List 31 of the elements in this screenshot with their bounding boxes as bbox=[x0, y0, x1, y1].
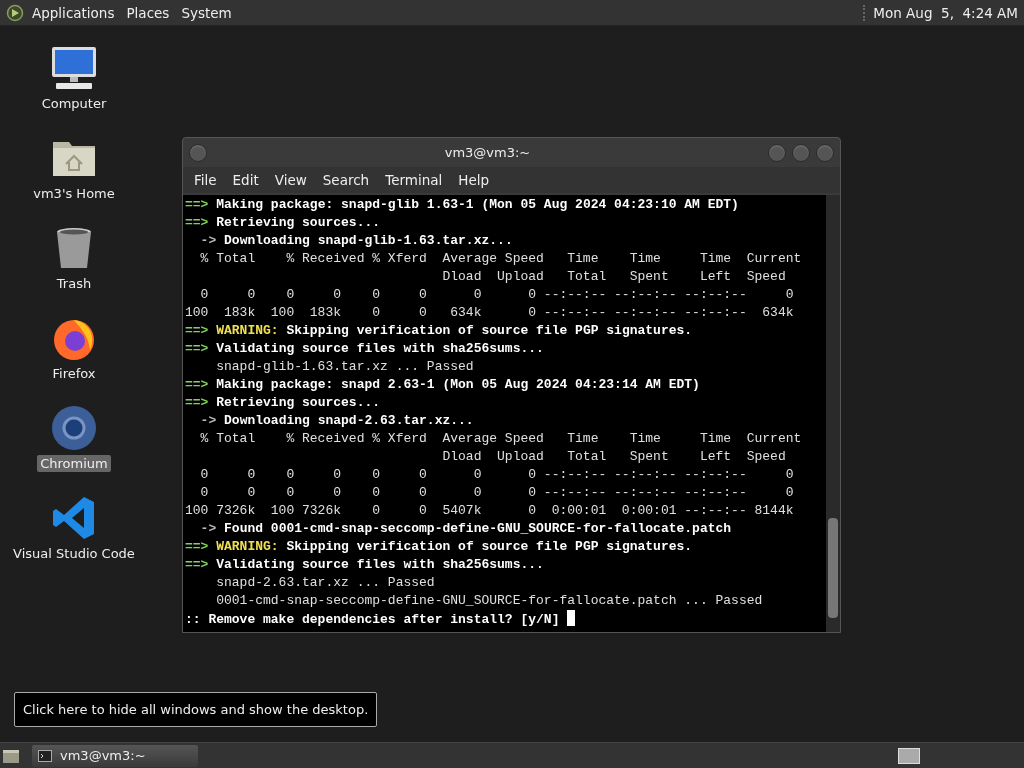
close-button[interactable] bbox=[816, 143, 834, 162]
panel-menu[interactable]: Places bbox=[126, 4, 178, 21]
terminal-icon bbox=[38, 749, 52, 762]
menu-item[interactable]: Help bbox=[451, 172, 497, 188]
desktop-icon-label[interactable]: Computer bbox=[38, 95, 110, 112]
menu-item[interactable]: Terminal bbox=[378, 172, 450, 188]
desktop-icon-label[interactable]: Visual Studio Code bbox=[10, 545, 138, 562]
menu-item[interactable]: Edit bbox=[225, 172, 266, 188]
menu-item[interactable]: Search bbox=[315, 172, 377, 188]
chromium-icon[interactable] bbox=[49, 404, 99, 452]
scrollbar[interactable] bbox=[826, 195, 840, 632]
menu-item[interactable]: File bbox=[187, 172, 224, 188]
desktop-icon-label[interactable]: Trash bbox=[53, 275, 95, 292]
desktop-icon-label[interactable]: vm3's Home bbox=[30, 185, 118, 202]
menu-item[interactable]: View bbox=[267, 172, 314, 188]
desktop-icon-label[interactable]: Firefox bbox=[49, 365, 99, 382]
scrollbar-thumb[interactable] bbox=[828, 518, 838, 618]
distro-logo-icon[interactable] bbox=[6, 3, 24, 22]
panel-menu[interactable]: System bbox=[181, 4, 240, 21]
window-menu-button[interactable] bbox=[189, 143, 207, 162]
maximize-button[interactable] bbox=[792, 143, 810, 162]
tooltip: Click here to hide all windows and show the desktop. bbox=[14, 692, 378, 727]
computer-icon[interactable] bbox=[49, 44, 99, 92]
window-title: vm3@vm3:~ bbox=[443, 145, 532, 160]
clock[interactable]: Mon Aug 5, 4:24 AM bbox=[863, 4, 1018, 21]
workspace-switcher[interactable] bbox=[898, 747, 920, 764]
terminal-output: ==> Making package: snapd-glib 1.63-1 (Mon 05 Aug 2024 04:23:10 AM EDT) ==> Retrieving sources... -> Downloading snapd-glib-1.63.tar.xz... % Total % Received % Xferd Average Speed Time Time Time Current Dload Upload Total Spent Left Speed 0 0 0 0 0 0 0 0 --:--:-- --:--:-- --:--:-- 0 100 183k 100 183k 0 0 634k 0 --:--:-- --:--:-- --:--:-- 634k ==> WARNING: Skipping verification of source file PGP signatures. ==> Validating source files with sha256sums... snapd-glib-1.63.tar.xz ... Passed ==> Making package: snapd 2.63-1 (Mon 05 Aug 2024 04:23:14 AM EDT) ==> Retrieving sources... -> Downloading snapd-2.63.tar.xz... % Total % Received % Xferd Average Speed Time Time Time Current Dload Upload Total Spent Left Speed 0 0 0 0 0 0 0 0 --:--:-- --:--:-- --:--:-- 0 0 0 0 0 0 0 0 0 --:--:-- --:--:-- --:--:-- 0 100 7326k 100 7326k 0 0 5407k 0 0:00:01 0:00:01 --:--:-- 8144k -> Found 0001-cmd-snap-seccomp-define-GNU_SOURCE-for-fallocate.patch ==> WARNING: Skipping verification of source file PGP signatures. ==> Validating source files with sha256sums... snapd-2.63.tar.xz ... Passed 0001-cmd-snap-seccomp-define-GNU_SOURCE-for-fallocate.patch ... Passed :: Remove make dependencies after install? [y/N] bbox=[184, 196, 803, 629]
panel-menu[interactable]: Applications bbox=[32, 4, 123, 21]
desktop-icon-label[interactable]: Chromium bbox=[37, 455, 111, 472]
minimize-button[interactable] bbox=[768, 143, 786, 162]
taskbar-button[interactable]: vm3@vm3:~ bbox=[32, 744, 198, 767]
